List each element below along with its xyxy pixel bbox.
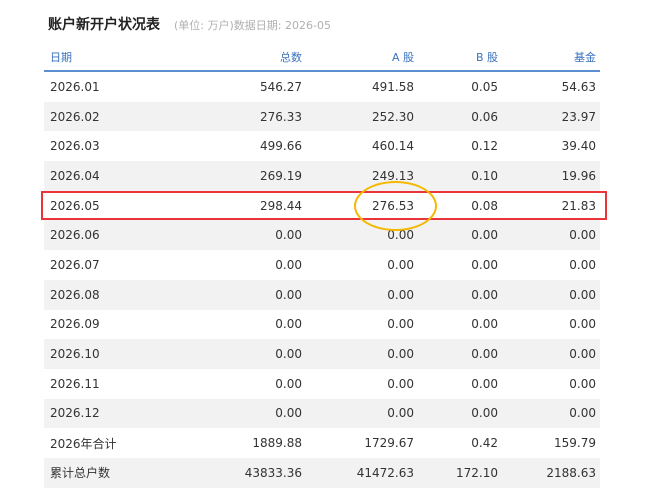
cell-b-share: 0.00	[471, 406, 498, 421]
cell-a-share: 41472.63	[356, 465, 414, 480]
table-row: 2026.03 499.66 460.14 0.12 39.40	[44, 131, 600, 161]
cell-fund: 0.00	[569, 257, 596, 272]
cell-total: 546.27	[260, 79, 302, 94]
cell-b-share: 0.00	[471, 376, 498, 391]
cell-date: 2026.10	[50, 347, 100, 362]
cell-a-share: 0.00	[387, 228, 414, 243]
cell-date: 2026.01	[50, 79, 100, 94]
table-row: 2026.06 0.00 0.00 0.00 0.00	[44, 220, 600, 251]
cell-date: 2026.11	[50, 376, 100, 391]
cell-a-share: 491.58	[372, 79, 414, 94]
header-b-share: B 股	[475, 51, 498, 64]
page-subtitle: (单位: 万户)数据日期: 2026-05	[174, 19, 331, 32]
cell-a-share: 276.53	[372, 198, 414, 213]
cell-date: 2026.02	[50, 109, 100, 124]
cell-a-share: 0.00	[387, 376, 414, 391]
cell-fund: 0.00	[569, 347, 596, 362]
cell-date: 2026.06	[50, 228, 100, 243]
header-date: 日期	[50, 51, 72, 64]
cell-total: 0.00	[275, 287, 302, 302]
cell-total: 276.33	[260, 109, 302, 124]
cell-date: 2026.03	[50, 139, 100, 154]
cell-date: 2026.09	[50, 317, 100, 332]
cell-a-share: 252.30	[372, 109, 414, 124]
cell-date: 2026.07	[50, 257, 100, 272]
table-header: 日期 总数 A 股 B 股 基金	[44, 44, 600, 72]
cell-b-share: 0.12	[471, 139, 498, 154]
table-row: 2026.02 276.33 252.30 0.06 23.97	[44, 101, 600, 132]
cell-date: 2026.08	[50, 287, 100, 302]
cell-b-share: 0.00	[471, 257, 498, 272]
cell-date: 累计总户数	[50, 466, 111, 481]
cell-fund: 21.83	[561, 198, 596, 213]
cell-total: 1889.88	[252, 436, 302, 451]
table-row: 累计总户数 43833.36 41472.63 172.10 2188.63	[44, 457, 600, 488]
cell-fund: 39.40	[561, 139, 596, 154]
table-row: 2026.10 0.00 0.00 0.00 0.00	[44, 339, 600, 369]
cell-total: 0.00	[275, 406, 302, 421]
table-row: 2026年合计 1889.88 1729.67 0.42 159.79	[44, 428, 600, 458]
cell-fund: 23.97	[561, 109, 596, 124]
cell-a-share: 1729.67	[364, 436, 414, 451]
cell-date: 2026.04	[50, 168, 100, 183]
cell-fund: 54.63	[561, 79, 596, 94]
cell-a-share: 0.00	[387, 287, 414, 302]
cell-b-share: 172.10	[456, 465, 498, 480]
cell-total: 499.66	[260, 139, 302, 154]
cell-date: 2026年合计	[50, 436, 117, 451]
cell-b-share: 0.00	[471, 228, 498, 243]
cell-total: 0.00	[275, 347, 302, 362]
cell-total: 0.00	[275, 257, 302, 272]
cell-a-share: 0.00	[387, 347, 414, 362]
cell-b-share: 0.00	[471, 287, 498, 302]
cell-fund: 19.96	[561, 168, 596, 183]
cell-fund: 0.00	[569, 228, 596, 243]
cell-a-share: 0.00	[387, 406, 414, 421]
cell-total: 0.00	[275, 317, 302, 332]
page-title: 账户新开户状况表	[48, 17, 160, 33]
cell-b-share: 0.08	[471, 198, 498, 213]
title-row: 账户新开户状况表 (单位: 万户)数据日期: 2026-05	[48, 14, 331, 34]
cell-fund: 2188.63	[546, 465, 596, 480]
cell-fund: 0.00	[569, 287, 596, 302]
header-fund: 基金	[574, 51, 596, 64]
header-total: 总数	[280, 51, 302, 64]
table-row: 2026.12 0.00 0.00 0.00 0.00	[44, 398, 600, 429]
cell-a-share: 0.00	[387, 257, 414, 272]
cell-total: 0.00	[275, 228, 302, 243]
cell-fund: 159.79	[554, 436, 596, 451]
table-body: 2026.01 546.27 491.58 0.05 54.63 2026.02 276.3…	[44, 72, 600, 488]
header-a-share: A 股	[391, 51, 414, 64]
account-table: 日期 总数 A 股 B 股 基金 2026.01 546.27 491.58 0.05…	[44, 44, 600, 488]
cell-a-share: 249.13	[372, 168, 414, 183]
table-row: 2026.09 0.00 0.00 0.00 0.00	[44, 310, 600, 340]
cell-b-share: 0.42	[471, 436, 498, 451]
cell-a-share: 0.00	[387, 317, 414, 332]
cell-b-share: 0.05	[471, 79, 498, 94]
cell-fund: 0.00	[569, 317, 596, 332]
cell-total: 0.00	[275, 376, 302, 391]
cell-b-share: 0.00	[471, 347, 498, 362]
cell-a-share: 460.14	[372, 139, 414, 154]
cell-date: 2026.12	[50, 406, 100, 421]
table-row: 2026.11 0.00 0.00 0.00 0.00	[44, 369, 600, 399]
cell-b-share: 0.06	[471, 109, 498, 124]
table-row: 2026.08 0.00 0.00 0.00 0.00	[44, 279, 600, 310]
table-row: 2026.05 298.44 276.53 0.08 21.83	[44, 191, 600, 221]
cell-fund: 0.00	[569, 376, 596, 391]
cell-total: 269.19	[260, 168, 302, 183]
cell-b-share: 0.00	[471, 317, 498, 332]
table-row: 2026.01 546.27 491.58 0.05 54.63	[44, 72, 600, 102]
cell-fund: 0.00	[569, 406, 596, 421]
cell-date: 2026.05	[50, 198, 100, 213]
cell-b-share: 0.10	[471, 168, 498, 183]
table-row: 2026.07 0.00 0.00 0.00 0.00	[44, 250, 600, 280]
cell-total: 298.44	[260, 198, 302, 213]
cell-total: 43833.36	[244, 465, 302, 480]
table-row: 2026.04 269.19 249.13 0.10 19.96	[44, 161, 600, 191]
